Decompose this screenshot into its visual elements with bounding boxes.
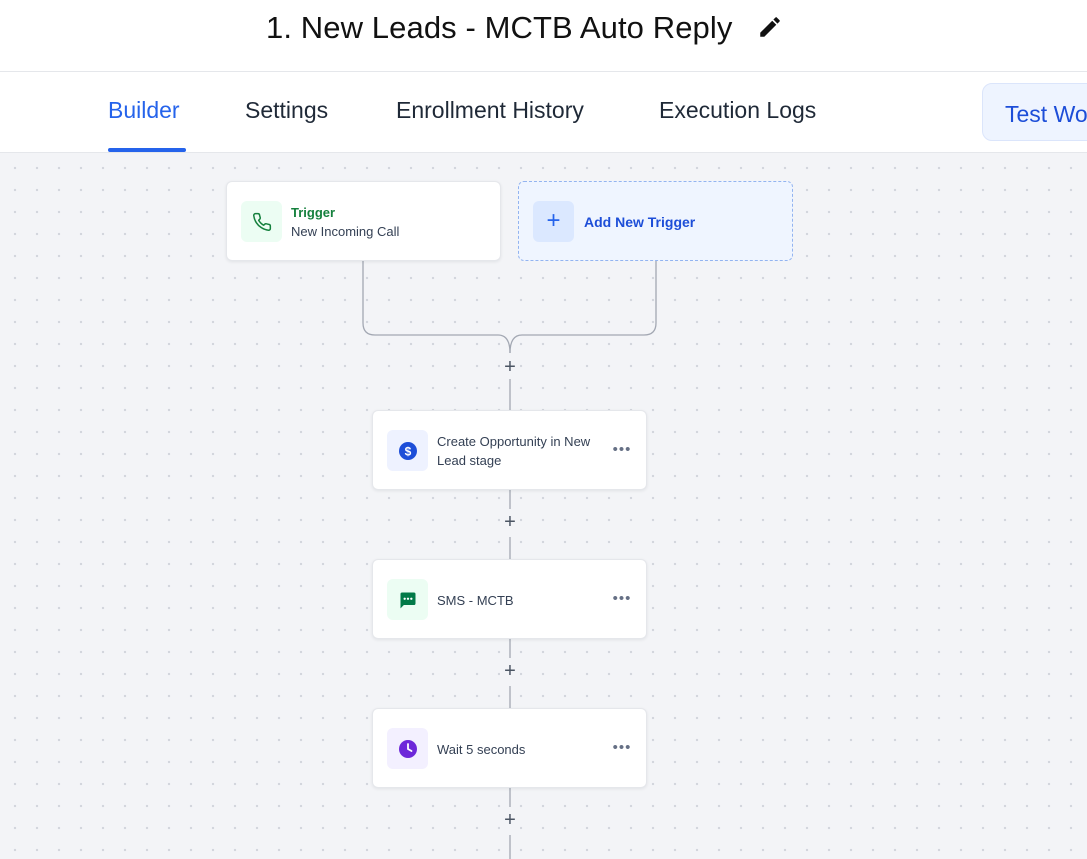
title-bar: 1. New Leads - MCTB Auto Reply	[0, 0, 1087, 72]
tab-enrollment-history[interactable]: Enrollment History	[396, 97, 584, 124]
add-step-button[interactable]: +	[500, 661, 520, 682]
action-node-create-opportunity[interactable]: $ Create Opportunity in New Lead stage •…	[372, 410, 647, 490]
action-icon-box	[387, 728, 428, 769]
action-icon-box	[387, 579, 428, 620]
action-node-wait[interactable]: Wait 5 seconds •••	[372, 708, 647, 788]
phone-icon	[252, 212, 271, 231]
add-step-button[interactable]: +	[500, 810, 520, 831]
action-label: Create Opportunity in New Lead stage	[437, 432, 590, 470]
workflow-title: 1. New Leads - MCTB Auto Reply	[266, 10, 733, 45]
add-step-button[interactable]: +	[500, 512, 520, 533]
trigger-text: Trigger New Incoming Call	[291, 203, 399, 241]
plus-icon: +	[533, 201, 574, 242]
add-new-trigger-button[interactable]: + Add New Trigger	[518, 181, 793, 261]
tab-execution-logs[interactable]: Execution Logs	[659, 97, 816, 124]
action-label-line2: Lead stage	[437, 453, 502, 468]
tab-bar: Builder Settings Enrollment History Exec…	[0, 73, 1087, 153]
action-icon-box: $	[387, 430, 428, 471]
active-tab-indicator	[108, 148, 186, 152]
svg-text:$: $	[404, 444, 411, 458]
action-label: SMS - MCTB	[437, 593, 514, 608]
tab-settings[interactable]: Settings	[245, 97, 328, 124]
more-options-icon[interactable]: •••	[612, 740, 632, 757]
trigger-heading: Trigger	[291, 205, 336, 220]
pencil-icon	[760, 17, 780, 37]
add-step-button[interactable]: +	[500, 357, 520, 378]
edit-title-button[interactable]	[757, 14, 783, 40]
workflow-canvas[interactable]: Trigger New Incoming Call + Add New Trig…	[0, 153, 1087, 859]
add-new-trigger-label: Add New Trigger	[584, 214, 696, 230]
more-options-icon[interactable]: •••	[612, 591, 632, 608]
sms-icon	[400, 592, 415, 608]
clock-icon	[398, 739, 417, 758]
tab-builder[interactable]: Builder	[108, 97, 180, 124]
trigger-node[interactable]: Trigger New Incoming Call	[226, 181, 501, 261]
more-options-icon[interactable]: •••	[612, 442, 632, 459]
dollar-icon: $	[398, 441, 417, 460]
action-label-line1: Create Opportunity in New	[437, 434, 591, 449]
action-node-sms[interactable]: SMS - MCTB •••	[372, 559, 647, 639]
action-label: Wait 5 seconds	[437, 742, 526, 757]
trigger-name: New Incoming Call	[291, 224, 400, 239]
trigger-icon-box	[241, 201, 282, 242]
test-workflow-button[interactable]: Test Workflow	[982, 83, 1087, 141]
